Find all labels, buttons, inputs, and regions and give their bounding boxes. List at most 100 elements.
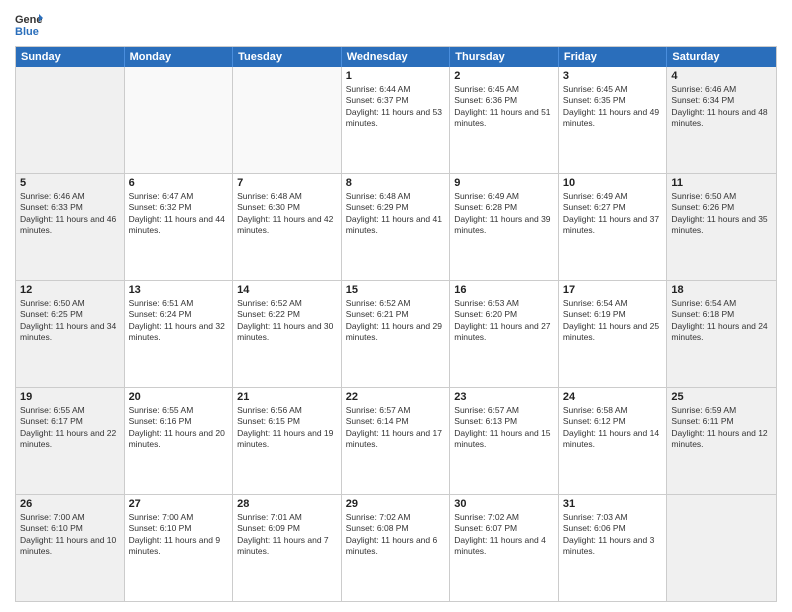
header-cell-tuesday: Tuesday [233, 47, 342, 67]
calendar-row-3: 19 Sunrise: 6:55 AM Sunset: 6:17 PM Dayli… [16, 388, 776, 495]
svg-text:Blue: Blue [15, 26, 39, 38]
cell-text: Sunrise: 6:56 AM Sunset: 6:15 PM Dayligh… [237, 405, 337, 451]
day-number: 19 [20, 391, 120, 403]
cell-text: Sunrise: 6:48 AM Sunset: 6:29 PM Dayligh… [346, 191, 446, 237]
cal-cell-r2-c5: 17Sunrise: 6:54 AM Sunset: 6:19 PM Dayli… [559, 281, 668, 387]
cal-cell-r4-c6 [667, 495, 776, 601]
cal-cell-r0-c2 [233, 67, 342, 173]
day-number: 13 [129, 284, 229, 296]
calendar-row-4: 26 Sunrise: 7:00 AM Sunset: 6:10 PM Dayli… [16, 495, 776, 601]
cell-text: Sunrise: 6:57 AM Sunset: 6:13 PM Dayligh… [454, 405, 554, 451]
cal-cell-r4-c5: 31Sunrise: 7:03 AM Sunset: 6:06 PM Dayli… [559, 495, 668, 601]
cell-text: Sunrise: 6:57 AM Sunset: 6:14 PM Dayligh… [346, 405, 446, 451]
cell-text: Sunrise: 6:55 AM Sunset: 6:17 PM Dayligh… [20, 405, 120, 451]
cal-cell-r0-c0 [16, 67, 125, 173]
cell-text: Sunrise: 7:00 AM Sunset: 6:10 PM Dayligh… [129, 512, 229, 558]
cell-text: Sunrise: 7:02 AM Sunset: 6:08 PM Dayligh… [346, 512, 446, 558]
logo-icon: General Blue [15, 10, 43, 38]
day-number: 3 [563, 70, 663, 82]
cell-text: Sunrise: 6:48 AM Sunset: 6:30 PM Dayligh… [237, 191, 337, 237]
day-number: 16 [454, 284, 554, 296]
calendar-header: SundayMondayTuesdayWednesdayThursdayFrid… [16, 47, 776, 67]
cal-cell-r1-c2: 7 Sunrise: 6:48 AM Sunset: 6:30 PM Daylig… [233, 174, 342, 280]
cal-cell-r4-c3: 29 Sunrise: 7:02 AM Sunset: 6:08 PM Dayli… [342, 495, 451, 601]
calendar: SundayMondayTuesdayWednesdayThursdayFrid… [15, 46, 777, 602]
day-number: 21 [237, 391, 337, 403]
cell-text: Sunrise: 6:46 AM Sunset: 6:34 PM Dayligh… [671, 84, 772, 130]
header-cell-thursday: Thursday [450, 47, 559, 67]
cal-cell-r0-c3: 1 Sunrise: 6:44 AM Sunset: 6:37 PM Daylig… [342, 67, 451, 173]
cal-cell-r1-c1: 6 Sunrise: 6:47 AM Sunset: 6:32 PM Daylig… [125, 174, 234, 280]
cal-cell-r4-c1: 27 Sunrise: 7:00 AM Sunset: 6:10 PM Dayli… [125, 495, 234, 601]
day-number: 28 [237, 498, 337, 510]
cell-text: Sunrise: 6:53 AM Sunset: 6:20 PM Dayligh… [454, 298, 554, 344]
cell-text: Sunrise: 6:47 AM Sunset: 6:32 PM Dayligh… [129, 191, 229, 237]
day-number: 7 [237, 177, 337, 189]
day-number: 26 [20, 498, 120, 510]
day-number: 14 [237, 284, 337, 296]
cal-cell-r4-c0: 26 Sunrise: 7:00 AM Sunset: 6:10 PM Dayli… [16, 495, 125, 601]
day-number: 8 [346, 177, 446, 189]
svg-text:General: General [15, 14, 43, 26]
cell-text: Sunrise: 6:54 AM Sunset: 6:19 PM Dayligh… [563, 298, 663, 344]
day-number: 31 [563, 498, 663, 510]
day-number: 22 [346, 391, 446, 403]
cell-text: Sunrise: 6:45 AM Sunset: 6:35 PM Dayligh… [563, 84, 663, 130]
day-number: 29 [346, 498, 446, 510]
day-number: 12 [20, 284, 120, 296]
cal-cell-r1-c0: 5 Sunrise: 6:46 AM Sunset: 6:33 PM Daylig… [16, 174, 125, 280]
day-number: 20 [129, 391, 229, 403]
day-number: 15 [346, 284, 446, 296]
cell-text: Sunrise: 6:54 AM Sunset: 6:18 PM Dayligh… [671, 298, 772, 344]
day-number: 30 [454, 498, 554, 510]
cal-cell-r0-c6: 4 Sunrise: 6:46 AM Sunset: 6:34 PM Daylig… [667, 67, 776, 173]
cal-cell-r2-c2: 14 Sunrise: 6:52 AM Sunset: 6:22 PM Dayli… [233, 281, 342, 387]
header-cell-wednesday: Wednesday [342, 47, 451, 67]
cell-text: Sunrise: 6:44 AM Sunset: 6:37 PM Dayligh… [346, 84, 446, 130]
cal-cell-r0-c4: 2 Sunrise: 6:45 AM Sunset: 6:36 PM Daylig… [450, 67, 559, 173]
cell-text: Sunrise: 6:46 AM Sunset: 6:33 PM Dayligh… [20, 191, 120, 237]
day-number: 27 [129, 498, 229, 510]
logo: General Blue [15, 10, 43, 38]
day-number: 4 [671, 70, 772, 82]
cal-cell-r0-c5: 3 Sunrise: 6:45 AM Sunset: 6:35 PM Daylig… [559, 67, 668, 173]
cell-text: Sunrise: 6:51 AM Sunset: 6:24 PM Dayligh… [129, 298, 229, 344]
cal-cell-r3-c4: 23 Sunrise: 6:57 AM Sunset: 6:13 PM Dayli… [450, 388, 559, 494]
calendar-row-2: 12Sunrise: 6:50 AM Sunset: 6:25 PM Dayli… [16, 281, 776, 388]
cell-text: Sunrise: 6:45 AM Sunset: 6:36 PM Dayligh… [454, 84, 554, 130]
cal-cell-r3-c3: 22 Sunrise: 6:57 AM Sunset: 6:14 PM Dayli… [342, 388, 451, 494]
header-cell-monday: Monday [125, 47, 234, 67]
day-number: 24 [563, 391, 663, 403]
calendar-body: 1 Sunrise: 6:44 AM Sunset: 6:37 PM Daylig… [16, 67, 776, 601]
cell-text: Sunrise: 6:58 AM Sunset: 6:12 PM Dayligh… [563, 405, 663, 451]
day-number: 2 [454, 70, 554, 82]
calendar-row-1: 5 Sunrise: 6:46 AM Sunset: 6:33 PM Daylig… [16, 174, 776, 281]
header-cell-friday: Friday [559, 47, 668, 67]
cell-text: Sunrise: 7:00 AM Sunset: 6:10 PM Dayligh… [20, 512, 120, 558]
cell-text: Sunrise: 6:49 AM Sunset: 6:28 PM Dayligh… [454, 191, 554, 237]
cell-text: Sunrise: 6:49 AM Sunset: 6:27 PM Dayligh… [563, 191, 663, 237]
cal-cell-r1-c5: 10Sunrise: 6:49 AM Sunset: 6:27 PM Dayli… [559, 174, 668, 280]
cal-cell-r2-c4: 16 Sunrise: 6:53 AM Sunset: 6:20 PM Dayli… [450, 281, 559, 387]
calendar-row-0: 1 Sunrise: 6:44 AM Sunset: 6:37 PM Daylig… [16, 67, 776, 174]
cell-text: Sunrise: 6:52 AM Sunset: 6:22 PM Dayligh… [237, 298, 337, 344]
cal-cell-r4-c2: 28Sunrise: 7:01 AM Sunset: 6:09 PM Dayli… [233, 495, 342, 601]
header-cell-saturday: Saturday [667, 47, 776, 67]
day-number: 25 [671, 391, 772, 403]
cal-cell-r1-c4: 9Sunrise: 6:49 AM Sunset: 6:28 PM Daylig… [450, 174, 559, 280]
cal-cell-r3-c0: 19 Sunrise: 6:55 AM Sunset: 6:17 PM Dayli… [16, 388, 125, 494]
day-number: 1 [346, 70, 446, 82]
day-number: 6 [129, 177, 229, 189]
cal-cell-r1-c6: 11Sunrise: 6:50 AM Sunset: 6:26 PM Dayli… [667, 174, 776, 280]
day-number: 23 [454, 391, 554, 403]
cal-cell-r0-c1 [125, 67, 234, 173]
cal-cell-r2-c3: 15Sunrise: 6:52 AM Sunset: 6:21 PM Dayli… [342, 281, 451, 387]
cal-cell-r3-c2: 21 Sunrise: 6:56 AM Sunset: 6:15 PM Dayli… [233, 388, 342, 494]
cal-cell-r2-c0: 12Sunrise: 6:50 AM Sunset: 6:25 PM Dayli… [16, 281, 125, 387]
cal-cell-r4-c4: 30 Sunrise: 7:02 AM Sunset: 6:07 PM Dayli… [450, 495, 559, 601]
day-number: 5 [20, 177, 120, 189]
day-number: 18 [671, 284, 772, 296]
cell-text: Sunrise: 6:59 AM Sunset: 6:11 PM Dayligh… [671, 405, 772, 451]
cell-text: Sunrise: 7:02 AM Sunset: 6:07 PM Dayligh… [454, 512, 554, 558]
cal-cell-r1-c3: 8 Sunrise: 6:48 AM Sunset: 6:29 PM Daylig… [342, 174, 451, 280]
